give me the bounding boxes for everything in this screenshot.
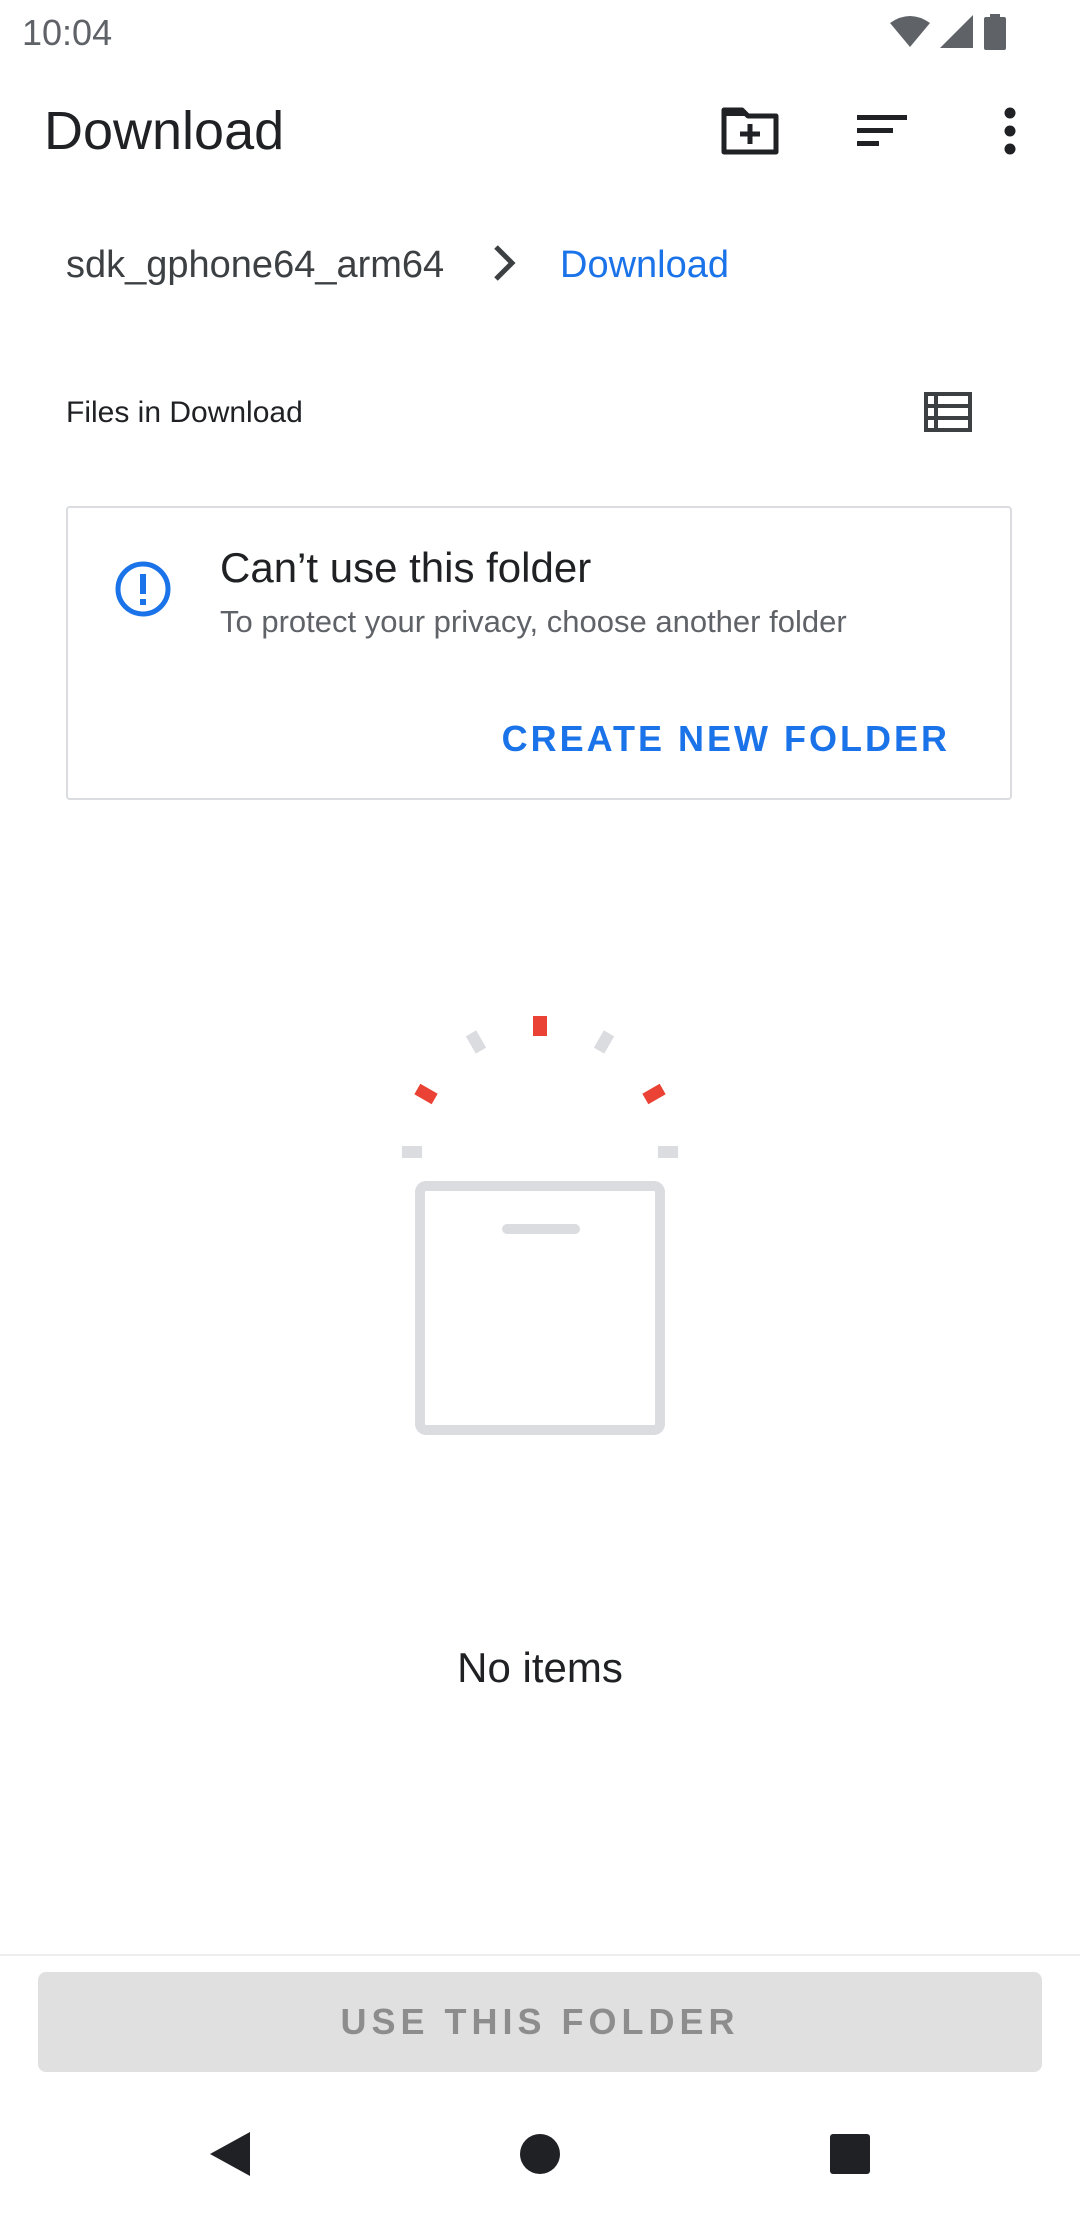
back-button[interactable] [190, 2114, 270, 2194]
spark-icon [414, 1083, 438, 1105]
new-folder-button[interactable] [708, 96, 792, 166]
sort-button[interactable] [840, 96, 924, 166]
info-alert-icon [115, 561, 171, 617]
sort-icon [857, 115, 907, 146]
list-view-icon [924, 392, 972, 432]
spark-icon [465, 1030, 487, 1054]
status-time: 10:04 [22, 12, 113, 53]
use-this-folder-button[interactable]: USE THIS FOLDER [38, 1972, 1042, 2072]
battery-icon [984, 14, 1006, 50]
spark-icon [642, 1083, 666, 1105]
list-view-button[interactable] [918, 384, 978, 440]
status-icons [890, 14, 1006, 50]
breadcrumb-root[interactable]: sdk_gphone64_arm64 [66, 244, 444, 287]
empty-folder-illustration [402, 1016, 678, 1435]
wifi-icon [890, 16, 930, 47]
empty-state-text: No items [457, 1644, 623, 1691]
spark-icon [402, 1146, 422, 1158]
page-title: Download [44, 101, 285, 161]
card-subtitle: To protect your privacy, choose another … [220, 604, 847, 639]
more-options-button[interactable] [980, 96, 1040, 166]
spark-icon [593, 1030, 615, 1054]
home-icon [520, 2134, 560, 2174]
home-button[interactable] [500, 2114, 580, 2194]
card-title: Can’t use this folder [220, 544, 592, 591]
bottom-divider [0, 1954, 1080, 1956]
new-folder-icon [721, 107, 779, 155]
breadcrumb-current[interactable]: Download [560, 244, 729, 287]
create-new-folder-button[interactable]: CREATE NEW FOLDER [502, 718, 950, 760]
spark-icon [658, 1146, 678, 1158]
recents-icon [830, 2134, 870, 2174]
cell-signal-icon [940, 15, 973, 48]
more-vert-icon [1004, 107, 1016, 155]
back-icon [210, 2132, 250, 2176]
spark-icon [533, 1016, 547, 1036]
files-section-header: Files in Download [66, 396, 303, 429]
chevron-right-icon [488, 243, 522, 288]
recents-button[interactable] [810, 2114, 890, 2194]
cant-use-folder-card: Can’t use this folder To protect your pr… [66, 506, 1012, 800]
